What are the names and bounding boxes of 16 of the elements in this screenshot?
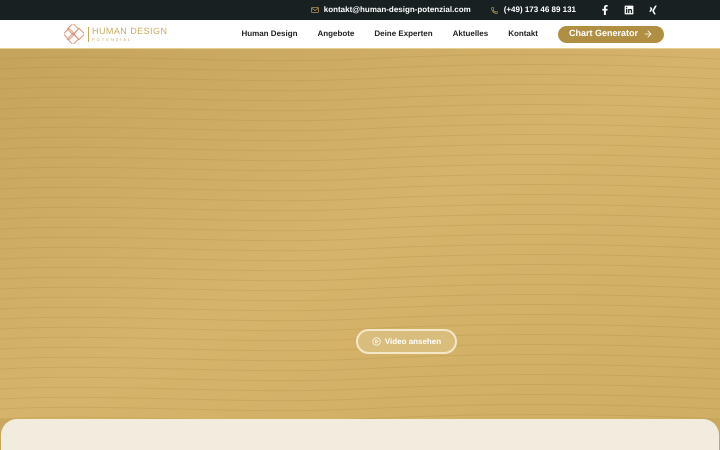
phone-link[interactable]: (+49) 173 46 89 131: [504, 4, 576, 16]
nav-link[interactable]: Kontakt: [508, 28, 538, 40]
nav-link[interactable]: Deine Experten: [374, 28, 433, 40]
xing-icon[interactable]: [648, 5, 658, 15]
linkedin-icon[interactable]: [624, 5, 634, 15]
arrow-right-icon: [643, 29, 653, 39]
logo-title: HUMAN DESIGN: [92, 26, 168, 36]
logo-icon: [64, 24, 84, 44]
email-link[interactable]: kontakt@human-design-potenzial.com: [324, 4, 471, 16]
phone-icon: [490, 6, 498, 14]
play-icon: [372, 337, 381, 346]
nav-link[interactable]: Angebote: [317, 28, 354, 40]
nav-link[interactable]: Aktuelles: [452, 28, 488, 40]
mail-icon: [310, 6, 319, 14]
facebook-icon[interactable]: [600, 5, 610, 15]
nav-link[interactable]: Human Design: [241, 28, 298, 40]
